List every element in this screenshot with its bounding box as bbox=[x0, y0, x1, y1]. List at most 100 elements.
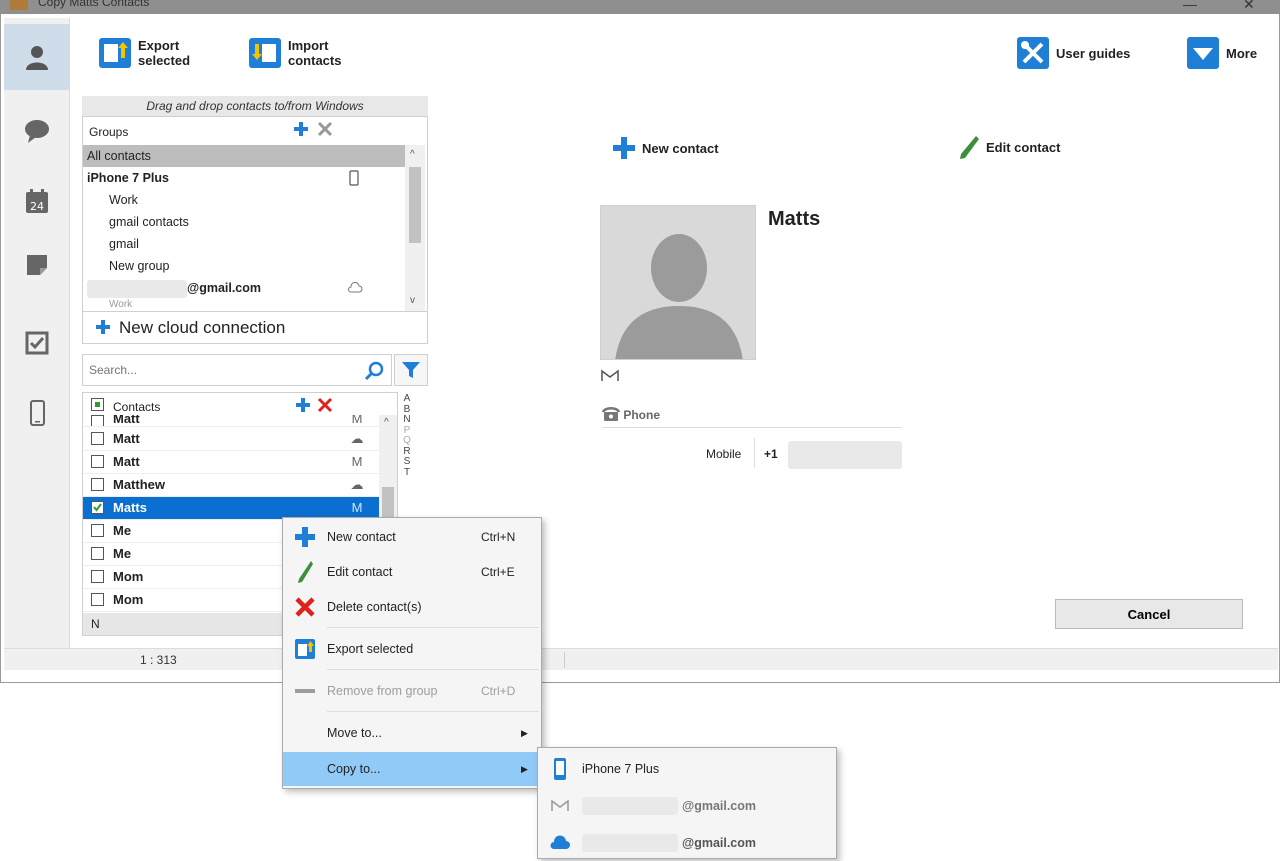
row-checkbox[interactable] bbox=[91, 570, 104, 583]
context-menu: New contact Ctrl+N Edit contact Ctrl+E D… bbox=[282, 517, 542, 789]
phone-divider bbox=[754, 438, 755, 468]
alpha-letter[interactable]: S bbox=[400, 456, 414, 468]
contact-name: Matt bbox=[113, 431, 140, 446]
redacted-email bbox=[582, 796, 678, 815]
contact-name: Mom bbox=[113, 569, 144, 584]
row-checkbox[interactable] bbox=[91, 593, 104, 606]
menu-item-label: Copy to... bbox=[327, 762, 381, 776]
contact-name: Matt bbox=[113, 415, 140, 426]
edit-contact-button[interactable]: Edit contact bbox=[958, 134, 1060, 160]
nav-tasks[interactable] bbox=[4, 310, 70, 376]
minimize-button[interactable]: — bbox=[1183, 0, 1197, 12]
contacts-title: Contacts bbox=[113, 400, 161, 414]
scroll-up-icon[interactable]: ^ bbox=[384, 417, 389, 428]
plus-icon bbox=[613, 137, 635, 159]
contact-name: Me bbox=[113, 523, 132, 538]
group-item-new-group[interactable]: New group bbox=[83, 255, 405, 277]
menu-item-label: New contact bbox=[327, 530, 396, 544]
menu-item-delete-contacts[interactable]: Delete contact(s) bbox=[283, 590, 541, 624]
row-checkbox[interactable] bbox=[91, 547, 104, 560]
contact-row[interactable]: Matt M bbox=[83, 451, 379, 474]
groups-scrollbar[interactable]: ^ v bbox=[405, 145, 425, 311]
gmail-icon bbox=[601, 369, 619, 381]
delete-x-icon bbox=[295, 597, 315, 617]
submenu-item-cloud[interactable]: @gmail.com bbox=[538, 824, 836, 861]
group-item-work-cut[interactable]: Work bbox=[83, 299, 405, 311]
cancel-button[interactable]: Cancel bbox=[1055, 599, 1243, 629]
filter-icon bbox=[402, 362, 420, 378]
groups-header: Groups bbox=[83, 117, 427, 145]
window-title: Copy Matts Contacts bbox=[38, 0, 150, 9]
add-group-icon[interactable] bbox=[293, 121, 309, 137]
nav-notes[interactable] bbox=[4, 232, 70, 298]
export-label-1: Export bbox=[138, 38, 180, 53]
nav-calendar[interactable]: 24 bbox=[4, 168, 70, 234]
phone-section-label: Phone bbox=[623, 408, 661, 422]
menu-item-new-contact[interactable]: New contact Ctrl+N bbox=[283, 520, 541, 554]
plus-icon bbox=[295, 527, 315, 547]
alpha-letter[interactable]: T bbox=[400, 467, 414, 479]
minus-icon bbox=[295, 689, 315, 693]
alpha-letter[interactable]: N bbox=[400, 414, 414, 426]
group-item-label: @gmail.com bbox=[187, 281, 262, 295]
row-checkbox[interactable] bbox=[91, 478, 104, 491]
alphabet-index[interactable]: A B N P Q R S T bbox=[400, 393, 414, 479]
menu-item-label: Delete contact(s) bbox=[327, 600, 422, 614]
row-checkbox-checked[interactable] bbox=[91, 501, 104, 514]
new-cloud-label: New cloud connection bbox=[119, 318, 286, 337]
new-contact-button[interactable]: New contact bbox=[612, 136, 719, 160]
contact-count: 1 : 313 bbox=[140, 653, 177, 667]
contact-name: Matthew bbox=[113, 477, 165, 492]
filter-button[interactable] bbox=[394, 354, 428, 386]
menu-item-move-to[interactable]: Move to... ▶ bbox=[283, 716, 541, 750]
gmail-icon: M bbox=[351, 415, 363, 426]
import-contacts-button[interactable]: Import contacts bbox=[248, 36, 341, 70]
row-checkbox[interactable] bbox=[91, 432, 104, 445]
menu-item-copy-to[interactable]: Copy to... ▶ bbox=[283, 752, 541, 786]
user-guides-label: User guides bbox=[1056, 45, 1131, 61]
alpha-letter[interactable]: A bbox=[400, 393, 414, 405]
row-checkbox[interactable] bbox=[91, 455, 104, 468]
phone-type-label: Mobile bbox=[706, 447, 742, 461]
group-item-cloud-account[interactable]: @gmail.com bbox=[83, 277, 405, 299]
contact-row[interactable]: Matt M bbox=[83, 415, 379, 427]
nav-contacts[interactable] bbox=[4, 24, 70, 90]
delete-contact-icon[interactable] bbox=[317, 397, 333, 416]
phone-section: Phone bbox=[601, 406, 902, 428]
menu-item-edit-contact[interactable]: Edit contact Ctrl+E bbox=[283, 555, 541, 589]
group-item-all-contacts[interactable]: All contacts bbox=[83, 145, 405, 167]
row-checkbox[interactable] bbox=[91, 415, 104, 426]
new-cloud-connection-button[interactable]: New cloud connection bbox=[83, 311, 427, 343]
search-icon[interactable] bbox=[363, 360, 385, 382]
import-label-1: Import bbox=[288, 38, 329, 53]
scroll-up-icon[interactable]: ^ bbox=[410, 149, 415, 160]
group-item-gmail-contacts[interactable]: gmail contacts bbox=[83, 211, 405, 233]
user-guides-button[interactable]: User guides bbox=[1016, 36, 1130, 70]
row-checkbox[interactable] bbox=[91, 524, 104, 537]
more-label: More bbox=[1226, 45, 1258, 61]
contact-row[interactable]: Matt ☁ bbox=[83, 428, 379, 451]
add-contact-icon[interactable] bbox=[295, 397, 311, 416]
close-button[interactable]: ✕ bbox=[1243, 0, 1255, 13]
nav-messages[interactable] bbox=[4, 98, 70, 164]
group-item-gmail[interactable]: gmail bbox=[83, 233, 405, 255]
select-all-checkbox[interactable] bbox=[91, 398, 104, 411]
contact-row[interactable]: Matthew ☁ bbox=[83, 474, 379, 497]
remove-group-icon[interactable] bbox=[317, 121, 333, 137]
alpha-letter[interactable]: Q bbox=[400, 435, 414, 447]
export-selected-button[interactable]: Export selected bbox=[98, 36, 190, 70]
submenu-item-iphone[interactable]: iPhone 7 Plus bbox=[538, 750, 836, 787]
scroll-down-icon[interactable]: v bbox=[410, 295, 415, 306]
menu-item-export-selected[interactable]: Export selected bbox=[283, 632, 541, 666]
menu-shortcut: Ctrl+E bbox=[481, 565, 515, 579]
more-button[interactable]: More bbox=[1186, 36, 1257, 70]
cloud-icon bbox=[348, 282, 363, 293]
group-item-iphone[interactable]: iPhone 7 Plus bbox=[83, 167, 405, 189]
scroll-thumb[interactable] bbox=[409, 167, 421, 243]
contact-photo[interactable] bbox=[600, 205, 756, 360]
search-input[interactable] bbox=[87, 356, 357, 384]
group-item-work[interactable]: Work bbox=[83, 189, 405, 211]
new-contact-label: New contact bbox=[642, 140, 719, 156]
submenu-item-gmail[interactable]: @gmail.com bbox=[538, 787, 836, 824]
nav-device[interactable] bbox=[4, 380, 70, 446]
